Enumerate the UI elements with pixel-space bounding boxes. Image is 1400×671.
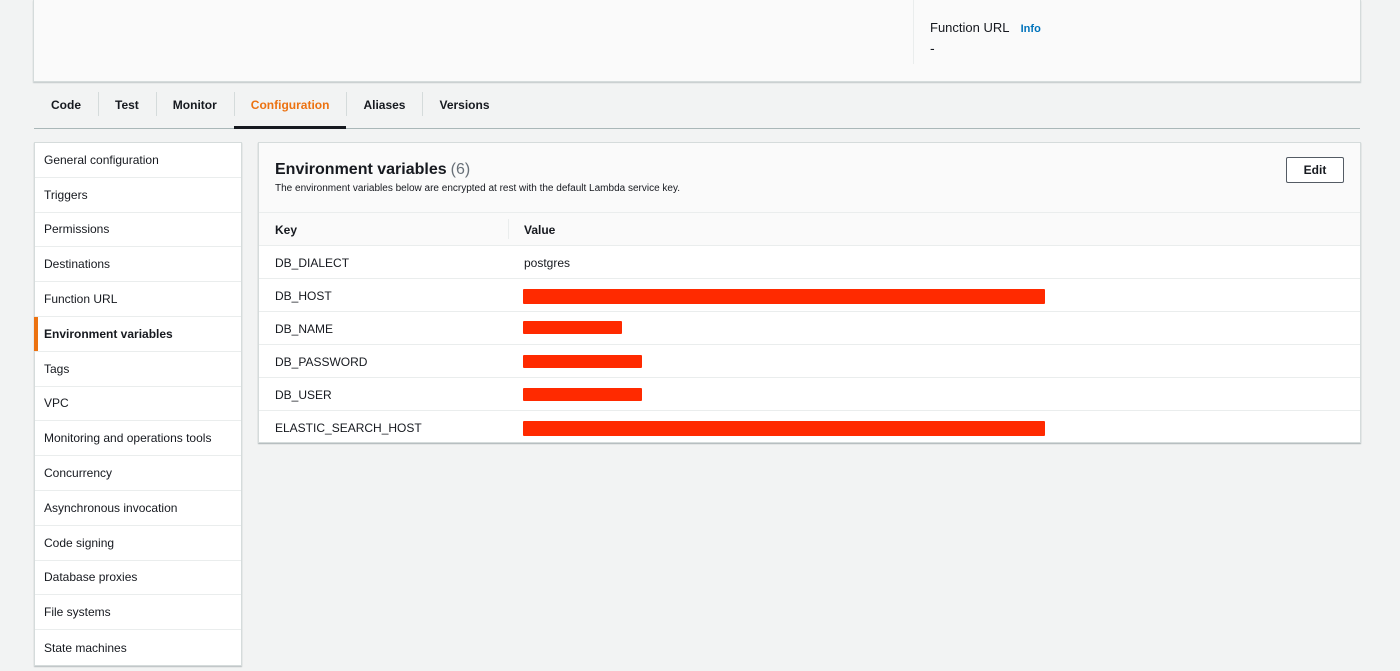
tab-aliases[interactable]: Aliases <box>346 82 422 128</box>
env-key: DB_HOST <box>275 289 332 303</box>
redaction-mark <box>523 355 642 368</box>
tab-code[interactable]: Code <box>34 82 98 128</box>
env-key: DB_PASSWORD <box>275 355 368 369</box>
function-overview-card: Function URL Info - <box>33 0 1361 82</box>
table-row: DB_PASSWORD <box>259 345 1360 378</box>
table-header: Key Value <box>259 213 1360 246</box>
redaction-mark <box>523 321 622 334</box>
table-row: ELASTIC_SEARCH_HOST <box>259 411 1360 444</box>
panel-title: Environment variables (6) <box>275 161 470 179</box>
sidebar-item-permissions[interactable]: Permissions <box>35 213 241 248</box>
sidebar-item-function-url[interactable]: Function URL <box>35 282 241 317</box>
tab-versions[interactable]: Versions <box>422 82 506 128</box>
sidebar-item-asynchronous-invocation[interactable]: Asynchronous invocation <box>35 491 241 526</box>
sidebar-item-code-signing[interactable]: Code signing <box>35 526 241 561</box>
table-row: DB_HOST <box>259 279 1360 312</box>
redaction-mark <box>523 289 1045 304</box>
env-key: ELASTIC_SEARCH_HOST <box>275 421 422 435</box>
sidebar-item-triggers[interactable]: Triggers <box>35 178 241 213</box>
sidebar-item-vpc[interactable]: VPC <box>35 387 241 422</box>
sidebar-item-monitoring-tools[interactable]: Monitoring and operations tools <box>35 421 241 457</box>
info-link[interactable]: Info <box>1021 23 1041 35</box>
sidebar-item-general-configuration[interactable]: General configuration <box>35 143 241 178</box>
edit-button[interactable]: Edit <box>1286 157 1344 183</box>
sidebar-item-destinations[interactable]: Destinations <box>35 247 241 283</box>
panel-description: The environment variables below are encr… <box>275 183 681 194</box>
panel-header: Environment variables (6) The environment… <box>259 143 1360 213</box>
table-row: DB_NAME <box>259 312 1360 345</box>
panel-title-text: Environment variables <box>275 161 447 178</box>
env-key: DB_USER <box>275 388 332 402</box>
variable-count: (6) <box>450 161 471 178</box>
configuration-sidebar: General configuration Triggers Permissio… <box>34 142 242 666</box>
sidebar-item-environment-variables[interactable]: Environment variables <box>34 316 241 352</box>
function-url-heading: Function URL Info <box>930 20 1041 35</box>
tab-configuration[interactable]: Configuration <box>233 82 347 129</box>
env-value: postgres <box>524 256 571 270</box>
column-divider <box>508 219 509 239</box>
overview-divider <box>913 0 914 64</box>
redaction-mark <box>523 388 642 401</box>
column-header-value: Value <box>524 223 556 237</box>
tab-monitor[interactable]: Monitor <box>155 82 234 128</box>
function-url-value: - <box>930 40 935 56</box>
sidebar-item-tags[interactable]: Tags <box>35 352 241 387</box>
env-key: DB_DIALECT <box>275 256 350 270</box>
env-key: DB_NAME <box>275 322 334 336</box>
sidebar-item-concurrency[interactable]: Concurrency <box>35 456 241 491</box>
column-header-key: Key <box>275 223 298 237</box>
redaction-mark <box>523 421 1045 436</box>
sidebar-item-file-systems[interactable]: File systems <box>35 595 241 631</box>
tab-test[interactable]: Test <box>98 82 156 128</box>
function-url-label: Function URL <box>930 20 1009 35</box>
table-row: DB_DIALECT postgres <box>259 246 1360 279</box>
table-row: DB_USER <box>259 378 1360 411</box>
sidebar-item-state-machines[interactable]: State machines <box>35 630 241 665</box>
function-tabs: Code Test Monitor Configuration Aliases … <box>34 82 1360 129</box>
sidebar-item-database-proxies[interactable]: Database proxies <box>35 561 241 596</box>
environment-variables-panel: Environment variables (6) The environment… <box>258 142 1361 443</box>
